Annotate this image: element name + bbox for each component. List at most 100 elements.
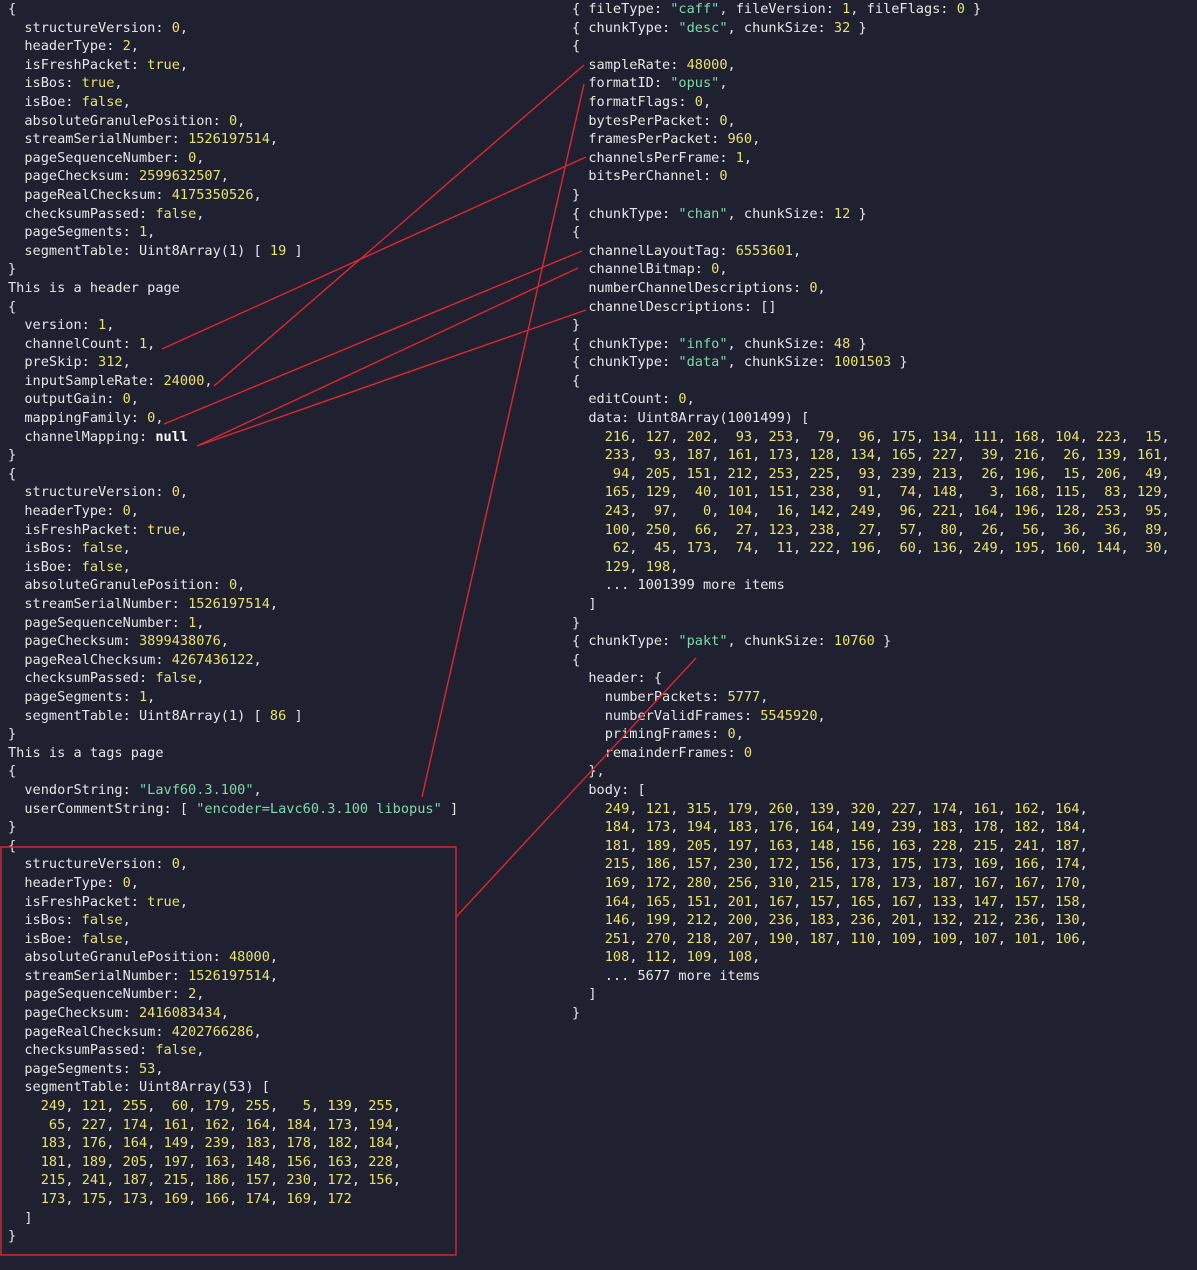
code-text: , [834,912,851,929]
boolean-value: false [155,1042,197,1059]
left-console-output: { structureVersion: 0, headerType: 2, is… [8,0,458,1246]
number-value: 26 [1063,447,1080,464]
code-text: This is a header page [8,279,180,296]
right-line: { [572,223,1170,242]
code-text: , [1038,912,1056,929]
number-value: 236 [768,912,794,929]
number-value: 205 [686,837,712,854]
number-value: 228 [932,837,957,854]
code-text: , [1038,800,1056,817]
code-text: , [1161,503,1170,520]
code-text: , [188,1116,205,1133]
code-text: vendorString: [8,781,139,798]
left-line: isFreshPacket: true, [8,893,458,912]
code-text: , [188,1098,205,1115]
code-text: , [956,819,974,836]
number-value: 172 [327,1191,352,1207]
code-text: ... 1001399 more items [572,577,785,594]
number-value: 36 [1104,521,1121,538]
code-text: , [1120,521,1146,538]
number-value: 172 [768,856,794,873]
code-text: , [1038,521,1064,538]
code-text: , [793,819,810,836]
number-value: 175 [891,856,916,873]
left-line: isBoe: false, [8,930,458,949]
code-text: , [793,428,818,445]
number-value: 115 [1055,484,1080,501]
code-text: , [1161,428,1170,445]
code-text: , [1079,874,1088,891]
code-text: } [850,205,867,222]
code-text: , [997,484,1015,501]
left-line: { [8,465,458,484]
code-text: , [956,465,982,482]
code-text: , [122,93,131,110]
number-value: 167 [891,893,916,910]
number-value: 96 [899,503,916,520]
code-text: , [670,837,687,854]
code-text: , [179,856,189,873]
code-text: , [629,540,654,557]
code-text: structureVersion: [8,856,172,873]
code-text: , [147,1172,164,1189]
number-value: 83 [1104,484,1121,501]
code-text: , [956,837,974,854]
left-line: outputGain: 0, [8,390,458,409]
number-value: 251 [604,930,630,947]
left-line: pageChecksum: 2599632507, [8,167,458,186]
code-text: , [229,1191,246,1207]
number-value: 249 [850,503,875,520]
number-value: 249 [40,1098,66,1115]
number-value: 227 [81,1116,107,1133]
code-text: , [122,540,131,557]
number-value: 960 [727,131,753,148]
code-text: , [752,912,769,929]
code-text: , [237,112,246,129]
code-text: , [155,1060,164,1077]
number-value: 147 [973,893,998,910]
code-text: , [204,372,213,389]
code-text: , [1038,540,1056,557]
code-text: , [1079,893,1088,910]
number-value: 57 [899,521,916,538]
string-value: "desc" [678,19,728,36]
left-line: pageChecksum: 3899438076, [8,632,458,651]
code-text: , [915,428,933,445]
code-text: isFreshPacket: [8,56,148,73]
boolean-value: true [147,521,180,538]
left-line: This is a tags page [8,744,458,763]
number-value: 173 [122,1191,148,1207]
right-line: framesPerPacket: 960, [572,130,1170,149]
number-value: 62 [612,540,630,557]
code-text: primingFrames: [572,726,728,743]
code-text: , [670,893,687,910]
number-value: 195 [1014,540,1039,557]
number-value: 179 [204,1098,230,1115]
code-text: , [629,930,646,947]
number-value: 91 [858,484,875,501]
left-line: structureVersion: 0, [8,855,458,874]
number-value: 197 [727,837,753,854]
code-text: , [270,1135,287,1152]
number-value: 168 [1014,428,1039,445]
code-text: , [670,912,687,929]
code-text: , [1038,893,1056,910]
code-text: , [670,447,687,464]
code-text: } [572,614,581,631]
code-text: , [711,856,728,873]
code-text: data: Uint8Array(1001499) [ [572,410,810,427]
number-value: 1 [138,335,148,352]
code-text: , [743,149,753,166]
number-value: 165 [645,893,671,910]
code-text: , [997,428,1015,445]
code-text: , [229,1153,246,1170]
number-value: 197 [163,1153,189,1170]
number-value: 101 [727,484,753,501]
left-line: isBoe: false, [8,558,458,577]
code-text: { [572,651,581,668]
left-line: 65, 227, 174, 161, 162, 164, 184, 173, 1… [8,1116,458,1135]
code-text: , [253,186,262,203]
